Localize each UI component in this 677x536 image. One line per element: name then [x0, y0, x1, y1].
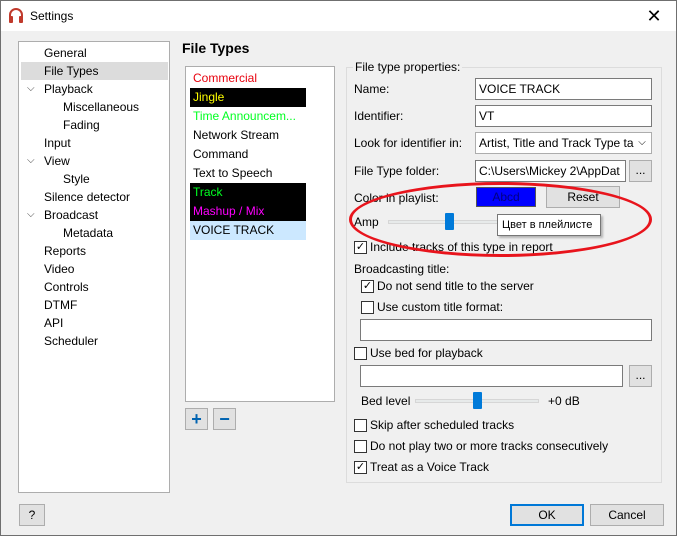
tree-item-fading[interactable]: Fading — [63, 116, 100, 134]
voice-track-label: Treat as a Voice Track — [370, 460, 489, 474]
tree-item-playback[interactable]: Playback — [44, 80, 93, 98]
list-item[interactable]: Text to Speech — [190, 164, 306, 183]
list-item[interactable]: Mashup / Mix — [190, 202, 306, 221]
custom-title-format-label: Use custom title format: — [377, 300, 504, 314]
do-not-send-title-checkbox[interactable]: ✓ — [361, 280, 374, 293]
tree-item-video[interactable]: Video — [44, 260, 74, 278]
headphones-app-icon — [9, 8, 23, 23]
settings-category-tree[interactable]: General File Types ⌵ Playback Miscellane… — [18, 41, 170, 493]
use-bed-label: Use bed for playback — [370, 346, 483, 360]
include-in-report-checkbox[interactable]: ✓ — [354, 241, 367, 254]
do-not-send-title-label: Do not send title to the server — [377, 279, 534, 293]
bed-browse-button[interactable]: ... — [629, 365, 652, 387]
tree-item-controls[interactable]: Controls — [44, 278, 89, 296]
chevron-down-icon[interactable]: ⌵ — [27, 152, 37, 170]
tree-item-reports[interactable]: Reports — [44, 242, 86, 260]
tree-item-metadata[interactable]: Metadata — [63, 224, 113, 242]
tree-item-file-types[interactable]: File Types — [21, 62, 168, 80]
list-item[interactable]: Track — [190, 183, 306, 202]
tree-item-scheduler[interactable]: Scheduler — [44, 332, 98, 350]
name-label: Name: — [354, 82, 390, 96]
identifier-field[interactable]: VT — [475, 105, 652, 127]
folder-browse-button[interactable]: ... — [629, 160, 652, 182]
identifier-label: Identifier: — [354, 109, 404, 123]
skip-after-scheduled-label: Skip after scheduled tracks — [370, 418, 515, 432]
amp-label: Amp — [354, 215, 379, 229]
broadcasting-title-label: Broadcasting title: — [354, 262, 450, 276]
color-swatch[interactable]: Abcd — [476, 187, 536, 207]
color-label: Color in playlist: — [354, 191, 439, 205]
name-field[interactable]: VOICE TRACK — [475, 78, 652, 100]
chevron-down-icon: ⌵ — [635, 133, 649, 153]
tree-item-miscellaneous[interactable]: Miscellaneous — [63, 98, 139, 116]
cancel-button[interactable]: Cancel — [590, 504, 664, 526]
list-item[interactable]: Time Announcem... — [190, 107, 306, 126]
window-title: Settings — [30, 9, 74, 23]
folder-label: File Type folder: — [354, 164, 440, 178]
list-item[interactable]: Command — [190, 145, 306, 164]
include-in-report-label: Include tracks of this type in report — [370, 240, 553, 254]
list-item[interactable]: Network Stream — [190, 126, 306, 145]
remove-file-type-button[interactable]: − — [213, 408, 236, 430]
tree-item-input[interactable]: Input — [44, 134, 71, 152]
amp-slider[interactable] — [388, 220, 500, 224]
list-item[interactable]: Commercial — [190, 69, 306, 88]
use-bed-checkbox[interactable] — [354, 347, 367, 360]
skip-after-scheduled-checkbox[interactable] — [354, 419, 367, 432]
voice-track-checkbox[interactable]: ✓ — [354, 461, 367, 474]
bed-level-value: +0 dB — [548, 394, 580, 408]
tree-item-style[interactable]: Style — [63, 170, 90, 188]
bed-level-label: Bed level — [361, 394, 411, 408]
page-title: File Types — [182, 40, 250, 56]
look-for-value: Artist, Title and Track Type ta — [479, 136, 634, 150]
reset-button[interactable]: Reset — [546, 186, 620, 208]
list-item[interactable]: Jingle — [190, 88, 306, 107]
settings-window: Settings ✕ General File Types ⌵ Playback… — [0, 0, 677, 536]
look-for-select[interactable]: Artist, Title and Track Type ta ⌵ — [475, 132, 652, 154]
list-item-selected[interactable]: VOICE TRACK — [190, 221, 306, 240]
color-tooltip: Цвет в плейлисте — [497, 214, 601, 236]
custom-title-format-field[interactable] — [360, 319, 652, 341]
tree-item-general[interactable]: General — [44, 44, 87, 62]
chevron-down-icon[interactable]: ⌵ — [27, 206, 37, 224]
no-consecutive-checkbox[interactable] — [354, 440, 367, 453]
close-icon[interactable]: ✕ — [632, 1, 676, 31]
tree-item-broadcast[interactable]: Broadcast — [44, 206, 98, 224]
custom-title-format-checkbox[interactable] — [361, 301, 374, 314]
bed-level-slider-thumb[interactable] — [472, 392, 482, 409]
ok-button[interactable]: OK — [510, 504, 584, 526]
help-button[interactable]: ? — [19, 504, 45, 526]
add-file-type-button[interactable]: + — [185, 408, 208, 430]
no-consecutive-label: Do not play two or more tracks consecuti… — [370, 439, 609, 453]
file-type-list[interactable]: Commercial Jingle Time Announcem... Netw… — [185, 66, 335, 402]
chevron-down-icon[interactable]: ⌵ — [27, 80, 37, 98]
tree-item-api[interactable]: API — [44, 314, 63, 332]
amp-slider-thumb[interactable] — [445, 213, 455, 230]
tree-item-view[interactable]: View — [44, 152, 70, 170]
folder-field[interactable]: C:\Users\Mickey 2\AppDat — [475, 160, 626, 182]
look-for-label: Look for identifier in: — [354, 136, 463, 150]
tree-item-dtmf[interactable]: DTMF — [44, 296, 77, 314]
title-bar: Settings ✕ — [1, 1, 676, 31]
tree-item-silence-detector[interactable]: Silence detector — [44, 188, 130, 206]
group-label: File type properties: — [353, 60, 463, 74]
bed-file-field[interactable] — [360, 365, 623, 387]
